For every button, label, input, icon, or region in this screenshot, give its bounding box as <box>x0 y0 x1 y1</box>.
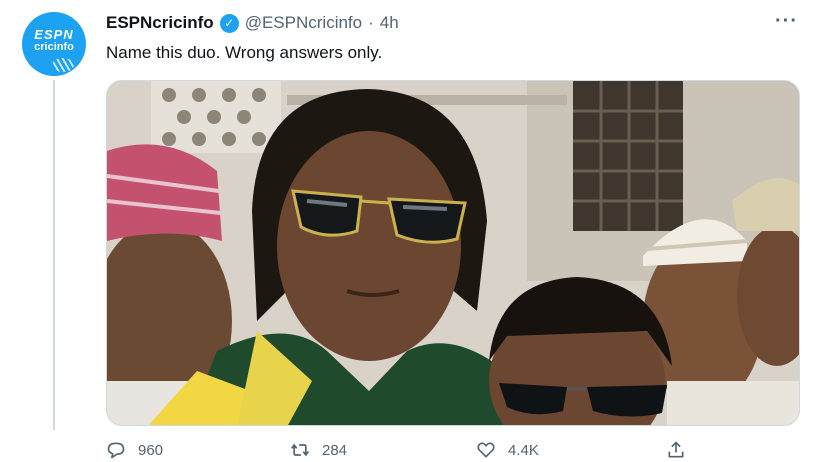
like-count: 4.4K <box>508 441 539 459</box>
more-options-icon[interactable]: ··· <box>775 10 798 33</box>
verified-badge-icon: ✓ <box>219 13 239 33</box>
tweet-text: Name this duo. Wrong answers only. <box>106 43 383 62</box>
tweet-photo[interactable] <box>106 80 800 426</box>
tweet-actions: 960 284 4.4K <box>106 440 706 462</box>
separator-dot: · <box>368 13 374 32</box>
thread-line <box>53 80 55 430</box>
reply-button[interactable]: 960 <box>106 440 163 460</box>
retweet-button[interactable]: 284 <box>290 440 347 460</box>
display-name[interactable]: ESPNcricinfo <box>106 13 214 33</box>
photo-of-two-men-in-sunglasses <box>107 81 799 425</box>
like-button[interactable]: 4.4K <box>476 440 539 460</box>
reply-count: 960 <box>138 441 164 459</box>
cricket-ball-icon <box>52 58 74 72</box>
retweet-count: 284 <box>322 441 348 459</box>
avatar-logo-espn: ESPN <box>34 27 74 42</box>
share-button[interactable] <box>666 440 686 460</box>
tweet[interactable]: ESPN cricinfo ESPNcricinfo ✓ @ESPNcricin… <box>0 0 820 462</box>
tweet-header: ESPNcricinfo ✓ @ESPNcricinfo · 4h <box>106 13 399 33</box>
reply-icon <box>107 442 125 459</box>
timestamp[interactable]: 4h <box>380 13 399 33</box>
avatar[interactable]: ESPN cricinfo <box>22 12 86 76</box>
user-handle[interactable]: @ESPNcricinfo <box>245 13 362 33</box>
share-icon <box>668 441 684 458</box>
heart-icon <box>477 442 495 458</box>
avatar-logo-cricinfo: cricinfo <box>34 41 74 53</box>
retweet-icon <box>291 443 309 457</box>
